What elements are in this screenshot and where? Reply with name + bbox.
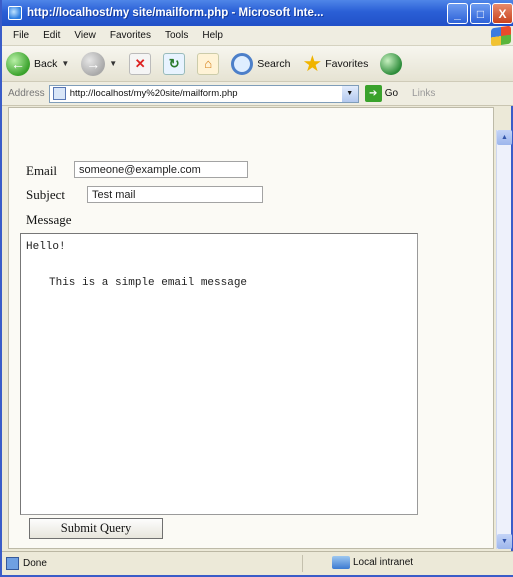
scroll-up-arrow-icon[interactable]: ▲	[497, 130, 512, 145]
chevron-down-icon[interactable]: ▼	[109, 59, 117, 68]
ie-logo-icon	[8, 6, 22, 20]
menu-view[interactable]: View	[67, 30, 103, 41]
message-textarea[interactable]: Hello! This is a simple email message	[20, 233, 418, 515]
scroll-down-arrow-icon[interactable]: ▼	[497, 534, 512, 549]
menu-bar: File Edit View Favorites Tools Help	[2, 25, 513, 47]
refresh-icon: ↻	[163, 52, 186, 75]
home-button[interactable]: ⌂	[197, 52, 220, 75]
forward-arrow-icon: →	[81, 51, 106, 76]
back-arrow-icon: ←	[6, 51, 30, 76]
submit-button[interactable]: Submit Query	[29, 518, 163, 539]
media-icon	[380, 52, 403, 75]
message-line: Hello!	[26, 241, 66, 253]
status-bar: Done Local intranet	[2, 551, 513, 575]
page-icon	[52, 87, 66, 100]
go-arrow-icon: ➔	[364, 85, 382, 102]
email-label: Email	[26, 163, 58, 178]
vertical-scrollbar[interactable]: ▲ ▼	[496, 130, 512, 549]
toolbar: ← Back ▼ → ▼ ✕ ↻ ⌂ Search ★ Favorites	[2, 46, 513, 82]
security-zone: Local intranet	[332, 556, 413, 569]
title-bar[interactable]: http://localhost/my site/mailform.php - …	[2, 0, 513, 26]
page-done-icon	[6, 557, 19, 570]
back-label: Back	[34, 57, 58, 70]
go-button[interactable]: ➔ Go	[364, 85, 399, 102]
stop-button[interactable]: ✕	[129, 52, 152, 75]
stop-icon: ✕	[129, 52, 152, 75]
chevron-down-icon[interactable]: ▼	[341, 85, 358, 102]
email-field[interactable]	[74, 161, 248, 178]
menu-tools[interactable]: Tools	[158, 30, 195, 41]
address-url: http://localhost/my%20site/mailform.php	[69, 88, 238, 99]
message-line: This is a simple email message	[49, 277, 248, 289]
back-button[interactable]: ← Back ▼	[6, 51, 69, 76]
links-button[interactable]: Links	[412, 88, 435, 99]
search-button[interactable]: Search	[231, 52, 291, 75]
window-title: http://localhost/my site/mailform.php - …	[27, 7, 324, 19]
intranet-icon	[332, 556, 350, 569]
address-label: Address	[8, 88, 45, 99]
menu-edit[interactable]: Edit	[36, 30, 67, 41]
message-label: Message	[26, 212, 72, 227]
search-label: Search	[257, 57, 291, 70]
search-icon	[231, 52, 254, 75]
address-bar: Address http://localhost/my%20site/mailf…	[2, 82, 513, 106]
zone-label: Local intranet	[353, 557, 414, 568]
favorites-label: Favorites	[325, 57, 369, 70]
home-icon: ⌂	[197, 52, 220, 75]
close-button[interactable]: X	[492, 3, 513, 24]
menu-favorites[interactable]: Favorites	[103, 30, 158, 41]
favorites-button[interactable]: ★ Favorites	[302, 50, 369, 76]
star-icon: ★	[302, 50, 323, 76]
windows-logo-icon	[491, 25, 511, 47]
subject-label: Subject	[26, 187, 65, 202]
chevron-down-icon[interactable]: ▼	[61, 59, 69, 68]
status-text: Done	[23, 558, 47, 569]
media-button[interactable]	[380, 52, 403, 75]
maximize-button[interactable]: □	[470, 3, 491, 24]
address-input[interactable]: http://localhost/my%20site/mailform.php …	[48, 84, 359, 103]
menu-help[interactable]: Help	[195, 30, 230, 41]
refresh-button[interactable]: ↻	[163, 52, 186, 75]
go-label: Go	[384, 88, 399, 99]
status-divider	[302, 555, 303, 572]
subject-field[interactable]	[87, 186, 263, 203]
forward-button[interactable]: → ▼	[81, 51, 117, 76]
browser-window: http://localhost/my site/mailform.php - …	[0, 0, 513, 577]
menu-file[interactable]: File	[6, 30, 36, 41]
minimize-button[interactable]: _	[447, 3, 468, 24]
